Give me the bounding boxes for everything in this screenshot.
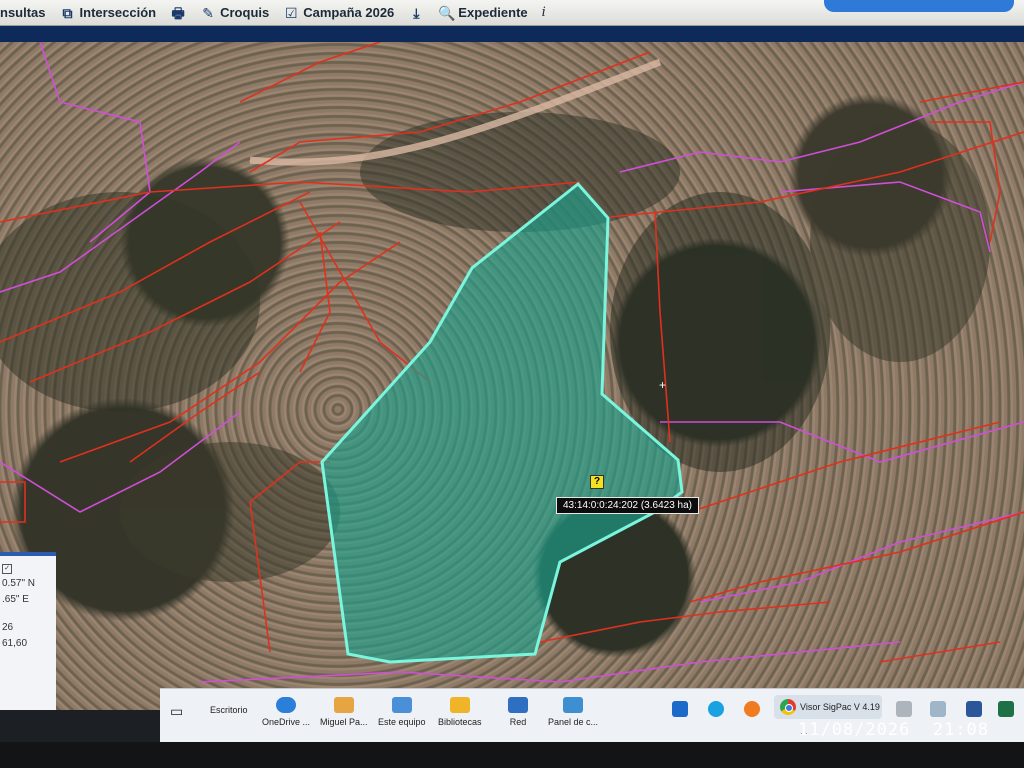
- croquis-button[interactable]: ✎ Croquis: [200, 5, 269, 21]
- task-view-button[interactable]: ▭: [170, 703, 183, 720]
- network-icon: [508, 697, 528, 713]
- clock-time: 21:08: [932, 720, 990, 740]
- edge-icon[interactable]: [708, 701, 724, 717]
- parcel-tooltip: 43:14:0:0:24:202 (3.6423 ha): [556, 497, 699, 514]
- expediente-button[interactable]: 🔍 Expediente: [438, 5, 527, 21]
- user-folder-icon: [333, 697, 354, 713]
- taskbar-item-este-equipo[interactable]: Este equipo: [378, 697, 426, 727]
- taskbar-item-bibliotecas[interactable]: Bibliotecas: [438, 697, 482, 727]
- interseccion-label: Intersección: [79, 5, 157, 20]
- user-label: Miguel Pa...: [320, 717, 368, 727]
- taskbar-item-escritorio[interactable]: Escritorio: [210, 705, 248, 715]
- onedrive-label: OneDrive ...: [262, 717, 311, 727]
- este-equipo-label: Este equipo: [378, 717, 426, 727]
- latitude-value: 0.57" N: [2, 578, 36, 589]
- top-right-blue-button[interactable]: [824, 0, 1014, 12]
- bibliotecas-label: Bibliotecas: [438, 717, 482, 727]
- red-label: Red: [509, 717, 527, 727]
- panel-checkbox-row[interactable]: ✓: [0, 560, 56, 576]
- search-document-icon: 🔍: [438, 4, 456, 21]
- checkbox-icon: ☑: [284, 4, 298, 21]
- excel-icon[interactable]: [998, 701, 1014, 717]
- escritorio-label: Escritorio: [210, 705, 248, 715]
- app-icon[interactable]: [896, 701, 912, 717]
- taskbar-item-panel[interactable]: Panel de c...: [548, 697, 598, 727]
- intersection-icon: ⧉: [62, 4, 73, 21]
- taskbar-item-onedrive[interactable]: OneDrive ...: [262, 697, 310, 727]
- clock-date: 11/08/2026: [798, 720, 911, 740]
- printer-icon: 🖶: [171, 4, 185, 21]
- help-cursor-icon: ?: [590, 475, 604, 489]
- libraries-icon: [449, 697, 470, 713]
- store-icon[interactable]: [672, 701, 688, 717]
- croquis-label: Croquis: [220, 5, 270, 20]
- system-clock[interactable]: 11/08/2026 21:08: [798, 720, 989, 740]
- taskbar-item-user[interactable]: Miguel Pa...: [320, 697, 368, 727]
- main-toolbar: nsultas ⧉ Intersección 🖶 ✎ Croquis ☑ Cam…: [0, 0, 1024, 26]
- coord-value-3: 26: [2, 622, 14, 633]
- computer-icon: [391, 697, 412, 713]
- firefox-icon[interactable]: [744, 701, 760, 717]
- map-viewer[interactable]: + ? 43:14:0:0:24:202 (3.6423 ha): [0, 42, 1024, 710]
- toolbar-band: [0, 26, 1024, 42]
- onedrive-icon: [276, 697, 296, 713]
- monitor-bezel: [0, 742, 1024, 768]
- consultas-button[interactable]: nsultas: [0, 5, 46, 20]
- crosshair-cursor: +: [659, 378, 667, 392]
- interseccion-button[interactable]: ⧉ Intersección: [60, 5, 157, 21]
- longitude-value: .65" E: [2, 594, 29, 605]
- expediente-label: Expediente: [458, 5, 528, 20]
- taskbar-item-red[interactable]: Red: [508, 697, 528, 727]
- print-button[interactable]: 🖶: [170, 5, 186, 21]
- pencil-icon: ✎: [202, 4, 214, 21]
- task-view-icon: ▭: [170, 703, 184, 719]
- campana-button[interactable]: ☑ Campaña 2026: [283, 5, 394, 21]
- checkbox-icon[interactable]: ✓: [2, 564, 12, 574]
- consultas-label: nsultas: [0, 5, 46, 20]
- control-panel-icon: [563, 697, 584, 713]
- coordinates-panel: ✓ 0.57" N .65" E 26 61,60: [0, 552, 56, 710]
- map-overlay: [0, 42, 1024, 683]
- panel-label: Panel de c...: [548, 717, 599, 727]
- info-button[interactable]: i: [542, 5, 546, 20]
- photos-icon[interactable]: [930, 701, 946, 717]
- chrome-icon: [780, 699, 796, 715]
- coord-value-4: 61,60: [2, 638, 28, 649]
- campana-label: Campaña 2026: [303, 5, 395, 20]
- word-icon[interactable]: [966, 701, 982, 717]
- download-icon: ⤓: [413, 4, 420, 21]
- download-button[interactable]: ⤓: [408, 5, 424, 21]
- info-icon: i: [541, 5, 546, 20]
